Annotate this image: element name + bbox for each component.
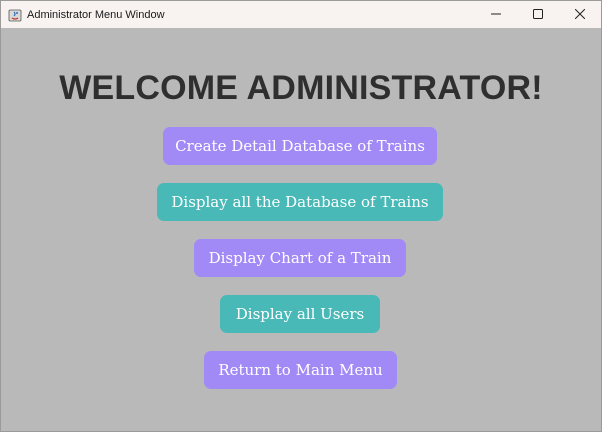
return-main-menu-button[interactable]: Return to Main Menu — [204, 351, 397, 389]
window-controls — [475, 1, 601, 28]
main-panel: WELCOME ADMINISTRATOR! Create Detail Dat… — [1, 29, 601, 431]
window-title: Administrator Menu Window — [27, 8, 165, 21]
create-train-database-button[interactable]: Create Detail Database of Trains — [163, 127, 437, 165]
app-window: Administrator Menu Window WELCOME ADMINI… — [0, 0, 602, 432]
page-title: WELCOME ADMINISTRATOR! — [59, 69, 543, 107]
display-train-database-button[interactable]: Display all the Database of Trains — [157, 183, 443, 221]
close-icon — [574, 6, 586, 24]
title-bar[interactable]: Administrator Menu Window — [1, 1, 601, 28]
close-button[interactable] — [559, 1, 601, 28]
maximize-button[interactable] — [517, 1, 559, 28]
minimize-button[interactable] — [475, 1, 517, 28]
display-train-chart-button[interactable]: Display Chart of a Train — [194, 239, 406, 277]
maximize-icon — [533, 6, 543, 24]
display-users-button[interactable]: Display all Users — [220, 295, 380, 333]
minimize-icon — [491, 6, 501, 24]
java-app-icon — [8, 8, 22, 22]
